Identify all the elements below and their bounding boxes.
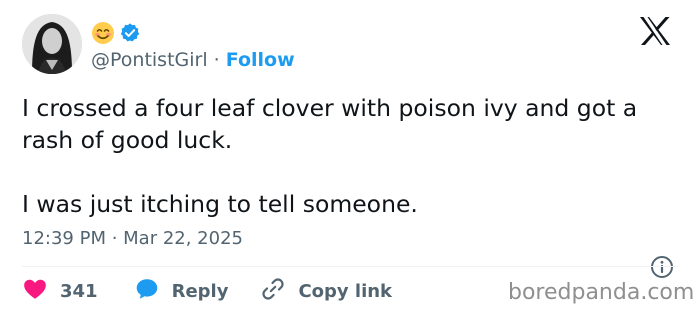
tweet-paragraph-1: I crossed a four leaf clover with poison…	[22, 94, 638, 154]
reply-button[interactable]: Reply	[134, 276, 229, 307]
handle-separator: ·	[207, 49, 226, 71]
action-bar: 341 Reply Copy link	[22, 276, 392, 306]
author-handle[interactable]: @PontistGirl	[91, 49, 208, 71]
smiling-face-emoji-icon	[91, 21, 115, 45]
handle-row: @PontistGirl · Follow	[91, 47, 295, 73]
x-logo-icon[interactable]	[638, 16, 672, 46]
heart-icon	[22, 276, 48, 307]
display-name[interactable]	[91, 18, 141, 48]
tweet-text: I crossed a four leaf clover with poison…	[22, 92, 682, 220]
tweet-timestamp[interactable]: 12:39 PM · Mar 22, 2025	[22, 227, 243, 251]
follow-button[interactable]: Follow	[226, 49, 295, 71]
reply-label: Reply	[171, 280, 229, 302]
divider	[22, 266, 678, 267]
verified-badge-icon	[119, 22, 141, 44]
reply-bubble-icon	[134, 276, 160, 307]
like-button[interactable]: 341	[22, 276, 98, 307]
info-icon[interactable]	[650, 255, 674, 279]
avatar-photo	[22, 14, 82, 74]
tweet-paragraph-2: I was just itching to tell someone.	[22, 190, 418, 218]
copy-link-label: Copy link	[298, 280, 393, 302]
link-icon	[260, 276, 286, 307]
copy-link-button[interactable]: Copy link	[260, 276, 392, 307]
like-count: 341	[60, 280, 98, 302]
boredpanda-watermark: boredpanda.com	[508, 280, 695, 305]
avatar[interactable]	[22, 14, 82, 74]
